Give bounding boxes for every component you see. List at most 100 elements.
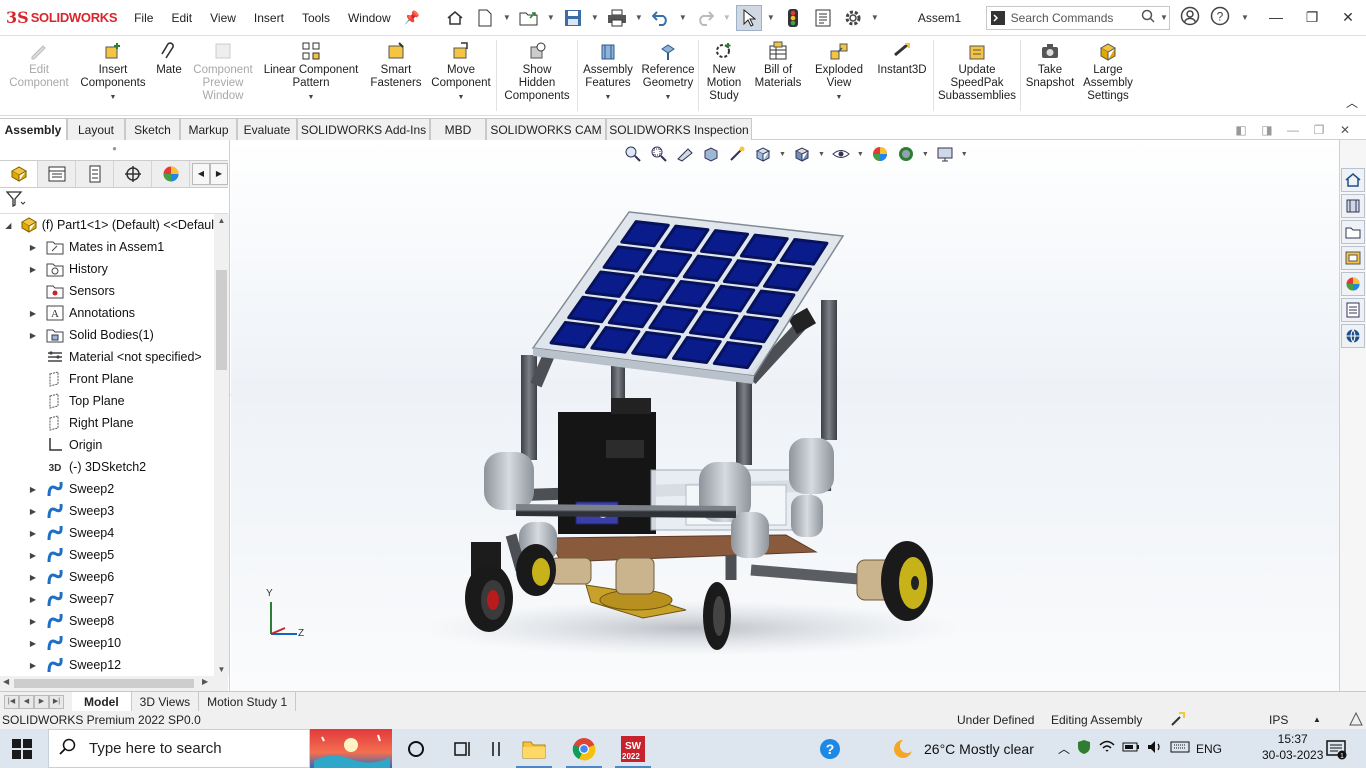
- tab-layout[interactable]: Layout: [67, 118, 125, 140]
- chevron-up-icon[interactable]: ▲: [1313, 715, 1321, 724]
- tree-item-sweep5[interactable]: ▶ Sweep5: [0, 544, 214, 566]
- tree-item-right-plane[interactable]: Right Plane: [0, 412, 214, 434]
- scroll-right-icon[interactable]: ▶: [202, 677, 208, 686]
- configuration-manager-tab-icon[interactable]: [76, 161, 114, 187]
- help-tips-icon[interactable]: ?: [818, 737, 842, 761]
- tab-3d-views[interactable]: 3D Views: [132, 692, 200, 711]
- menu-window[interactable]: Window: [339, 11, 400, 25]
- tree-item-sweep4[interactable]: ▶ Sweep4: [0, 522, 214, 544]
- chevron-down-icon[interactable]: ▼: [678, 13, 688, 22]
- next-tab-icon[interactable]: ▶: [34, 694, 49, 709]
- tree-item-top-plane[interactable]: Top Plane: [0, 390, 214, 412]
- menu-insert[interactable]: Insert: [245, 11, 293, 25]
- search-commands-box[interactable]: Search Commands ▼: [985, 5, 1171, 30]
- linear-component-pattern-button[interactable]: Linear Component Pattern ▼: [256, 36, 366, 115]
- chevron-down-icon[interactable]: ▼: [1240, 13, 1250, 22]
- maximize-icon[interactable]: ❐: [1294, 9, 1330, 26]
- tree-horizontal-scrollbar[interactable]: ◀ ▶: [0, 676, 228, 691]
- tree-item-history[interactable]: ▶ History: [0, 258, 214, 280]
- tree-item-front-plane[interactable]: Front Plane: [0, 368, 214, 390]
- undo-icon[interactable]: [648, 5, 674, 31]
- large-assembly-settings-button[interactable]: Large Assembly Settings: [1079, 36, 1137, 115]
- keyboard-icon[interactable]: [1170, 740, 1190, 757]
- tree-item-material-not-specified[interactable]: Material <not specified>: [0, 346, 214, 368]
- tree-item-annotations[interactable]: ▶ A Annotations: [0, 302, 214, 324]
- collapse-ribbon-icon[interactable]: ︿: [1346, 94, 1358, 111]
- search-commands-input[interactable]: Search Commands: [1009, 11, 1141, 25]
- chevron-down-icon[interactable]: ▼: [605, 91, 612, 104]
- doc-restore-icon[interactable]: ❐: [1306, 123, 1332, 137]
- tree-item-solid-bodies-1[interactable]: ▶ Solid Bodies(1): [0, 324, 214, 346]
- graphics-viewport[interactable]: ▼ ▼ ▼ ▼ ▼ Y Z: [231, 140, 1339, 691]
- expand-arrow-icon[interactable]: ▶: [27, 595, 39, 604]
- insert-components-button[interactable]: Insert Components ▼: [78, 36, 148, 115]
- filter-funnel-icon[interactable]: [5, 191, 26, 210]
- customize-status-icon[interactable]: [1348, 711, 1364, 730]
- security-shield-icon[interactable]: [1076, 739, 1092, 758]
- custom-properties-icon[interactable]: [1341, 298, 1365, 322]
- tree-root-row[interactable]: ◢ (f) Part1<1> (Default) <<Defaul: [0, 214, 214, 236]
- update-speedpak-button[interactable]: Update SpeedPak Subassemblies: [934, 36, 1020, 115]
- tab-solidworks-add-ins[interactable]: SOLIDWORKS Add-Ins: [297, 118, 430, 140]
- chevron-down-icon[interactable]: ▼: [836, 91, 843, 104]
- exploded-view-button[interactable]: Exploded View ▼: [807, 36, 871, 115]
- language-indicator[interactable]: ENG: [1196, 742, 1222, 756]
- chevron-down-icon[interactable]: ▼: [546, 13, 556, 22]
- tree-item-sweep10[interactable]: ▶ Sweep10: [0, 632, 214, 654]
- close-icon[interactable]: ✕: [1330, 9, 1366, 26]
- dimxpert-tab-icon[interactable]: [114, 161, 152, 187]
- expand-arrow-icon[interactable]: ▶: [27, 661, 39, 670]
- chevron-down-icon[interactable]: ▼: [590, 13, 600, 22]
- edit-component-button[interactable]: Edit Component: [0, 36, 78, 115]
- property-manager-tab-icon[interactable]: [38, 161, 76, 187]
- search-icon[interactable]: [1141, 9, 1159, 26]
- instant3d-button[interactable]: Instant3D: [871, 36, 933, 115]
- previous-tab-icon[interactable]: ◀: [19, 694, 34, 709]
- expand-arrow-icon[interactable]: ▶: [27, 551, 39, 560]
- chevron-down-icon[interactable]: ▼: [308, 91, 315, 104]
- expand-arrow-icon[interactable]: ▶: [27, 485, 39, 494]
- assembly-features-button[interactable]: Assembly Features ▼: [578, 36, 638, 115]
- expand-arrow-icon[interactable]: ▶: [27, 639, 39, 648]
- expand-arrow-icon[interactable]: ▶: [27, 529, 39, 538]
- smart-fasteners-button[interactable]: Smart Fasteners: [366, 36, 426, 115]
- print-icon[interactable]: [604, 5, 630, 31]
- notification-center-icon[interactable]: 1: [1324, 737, 1348, 761]
- solidworks-resources-home-icon[interactable]: [1341, 168, 1365, 192]
- battery-icon[interactable]: [1122, 739, 1140, 758]
- minimize-icon[interactable]: —: [1258, 9, 1294, 26]
- show-hidden-components-button[interactable]: Show Hidden Components: [497, 36, 577, 115]
- scroll-left-icon[interactable]: ◀: [3, 677, 9, 686]
- chevron-down-icon[interactable]: ▼: [634, 13, 644, 22]
- bill-of-materials-button[interactable]: Bill of Materials: [749, 36, 807, 115]
- expand-arrow-icon[interactable]: ▶: [27, 331, 39, 340]
- new-document-icon[interactable]: [472, 5, 498, 31]
- solidworks-taskbar-icon[interactable]: SW 2022: [620, 735, 646, 763]
- menu-tools[interactable]: Tools: [293, 11, 339, 25]
- display-manager-tab-icon[interactable]: [152, 161, 190, 187]
- tab-evaluate[interactable]: Evaluate: [237, 118, 297, 140]
- rebuild-indicator-icon[interactable]: [1170, 711, 1186, 730]
- redo-icon[interactable]: [692, 5, 718, 31]
- tab-model[interactable]: Model: [72, 692, 132, 711]
- mate-button[interactable]: Mate: [148, 36, 190, 115]
- tile-right-icon[interactable]: ◨: [1254, 123, 1280, 137]
- take-snapshot-button[interactable]: Take Snapshot: [1021, 36, 1079, 115]
- help-icon[interactable]: ?: [1210, 6, 1230, 29]
- windows-start-icon[interactable]: [12, 739, 32, 762]
- volume-icon[interactable]: [1146, 739, 1164, 758]
- expand-arrow-icon[interactable]: ▶: [27, 507, 39, 516]
- component-preview-window-button[interactable]: Component Preview Window: [190, 36, 256, 115]
- expand-arrow-icon[interactable]: ▶: [27, 617, 39, 626]
- search-highlight-banner[interactable]: [310, 729, 392, 768]
- tree-item-sweep12[interactable]: ▶ Sweep12: [0, 654, 214, 676]
- tree-item-mates-in-assem1[interactable]: ▶ Mates in Assem1: [0, 236, 214, 258]
- chevron-down-icon[interactable]: ▼: [458, 91, 465, 104]
- menu-edit[interactable]: Edit: [162, 11, 201, 25]
- expand-arrow-icon[interactable]: ▶: [27, 243, 39, 252]
- menu-view[interactable]: View: [201, 11, 245, 25]
- chevron-down-icon[interactable]: ◢: [3, 221, 14, 230]
- chevron-down-icon[interactable]: ▼: [766, 13, 776, 22]
- pin-icon[interactable]: 📌: [404, 10, 420, 26]
- weather-widget[interactable]: 26°C Mostly clear: [892, 729, 1034, 768]
